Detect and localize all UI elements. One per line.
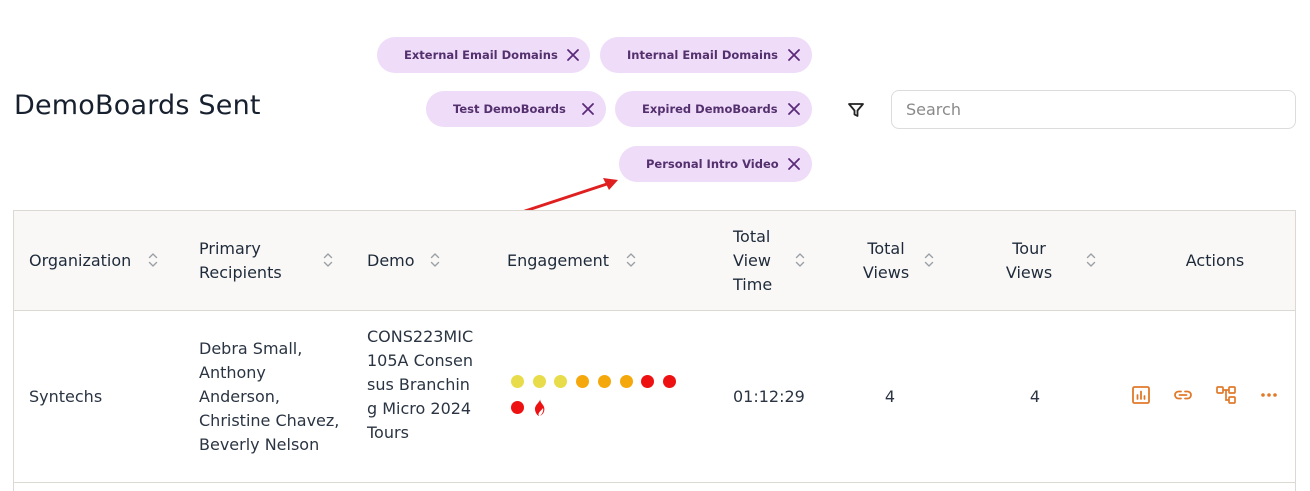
column-header-total-views[interactable]: Total Views <box>860 211 912 311</box>
table-row[interactable]: Syntechs Debra Small, Anthony Anderson, … <box>14 312 1295 483</box>
filter-chip-external-email-domains[interactable]: External Email Domains <box>377 37 590 73</box>
close-icon[interactable] <box>565 47 581 63</box>
cell-total-view-time: 01:12:29 <box>733 387 805 406</box>
engagement-dot <box>533 375 546 388</box>
column-header-actions: Actions <box>1185 251 1245 270</box>
filter-chip-internal-email-domains[interactable]: Internal Email Domains <box>600 37 812 73</box>
demoboards-table: Organization Primary Recipients Demo Eng… <box>13 210 1296 491</box>
search-input[interactable] <box>891 90 1296 129</box>
close-icon[interactable] <box>786 47 802 63</box>
cell-organization: Syntechs <box>29 387 103 406</box>
sort-icon[interactable] <box>626 251 636 269</box>
column-header-primary-recipients[interactable]: Primary Recipients <box>199 211 309 311</box>
filter-chip-personal-intro-video[interactable]: Personal Intro Video <box>619 146 812 182</box>
sort-icon[interactable] <box>148 251 158 269</box>
link-icon[interactable] <box>1172 384 1194 406</box>
engagement-dot <box>576 375 589 388</box>
sort-icon[interactable] <box>1086 251 1096 269</box>
flame-icon <box>532 397 546 417</box>
column-header-organization[interactable]: Organization <box>29 211 159 311</box>
filter-chip-test-demoboards[interactable]: Test DemoBoards <box>426 91 606 127</box>
sort-icon[interactable] <box>323 251 333 269</box>
filter-chip-label: Internal Email Domains <box>627 48 778 62</box>
engagement-dot <box>554 375 567 388</box>
more-icon[interactable] <box>1258 384 1280 406</box>
engagement-dot <box>663 375 676 388</box>
sort-icon[interactable] <box>795 251 805 269</box>
filter-chip-label: Test DemoBoards <box>453 102 566 116</box>
sort-icon[interactable] <box>430 251 440 269</box>
filter-chip-label: Personal Intro Video <box>646 157 779 171</box>
column-header-demo[interactable]: Demo <box>367 211 427 311</box>
cell-total-views: 4 <box>884 387 896 406</box>
close-icon[interactable] <box>786 101 802 117</box>
filter-icon[interactable] <box>845 99 867 121</box>
flow-icon[interactable] <box>1215 384 1237 406</box>
cell-primary-recipients: Debra Small, Anthony Anderson, Christine… <box>199 339 340 454</box>
engagement-dot <box>598 375 611 388</box>
engagement-dot <box>511 375 524 388</box>
page-title: DemoBoards Sent <box>14 90 261 121</box>
filter-chip-label: External Email Domains <box>404 48 558 62</box>
column-header-engagement[interactable]: Engagement <box>507 211 627 311</box>
engagement-dot <box>641 375 654 388</box>
analytics-icon[interactable] <box>1130 384 1152 406</box>
cell-demo: CONS223MIC105A Consensus Branching Micro… <box>367 327 474 442</box>
engagement-dot <box>620 375 633 388</box>
table-header: Organization Primary Recipients Demo Eng… <box>14 211 1295 311</box>
close-icon[interactable] <box>786 156 802 172</box>
engagement-dot <box>511 401 524 414</box>
cell-tour-views: 4 <box>1029 387 1041 406</box>
filter-chip-expired-demoboards[interactable]: Expired DemoBoards <box>615 91 812 127</box>
filter-chip-label: Expired DemoBoards <box>642 102 778 116</box>
close-icon[interactable] <box>580 101 596 117</box>
sort-icon[interactable] <box>924 251 934 269</box>
column-header-total-view-time[interactable]: Total View Time <box>733 211 781 311</box>
column-header-tour-views[interactable]: Tour Views <box>1005 211 1053 311</box>
